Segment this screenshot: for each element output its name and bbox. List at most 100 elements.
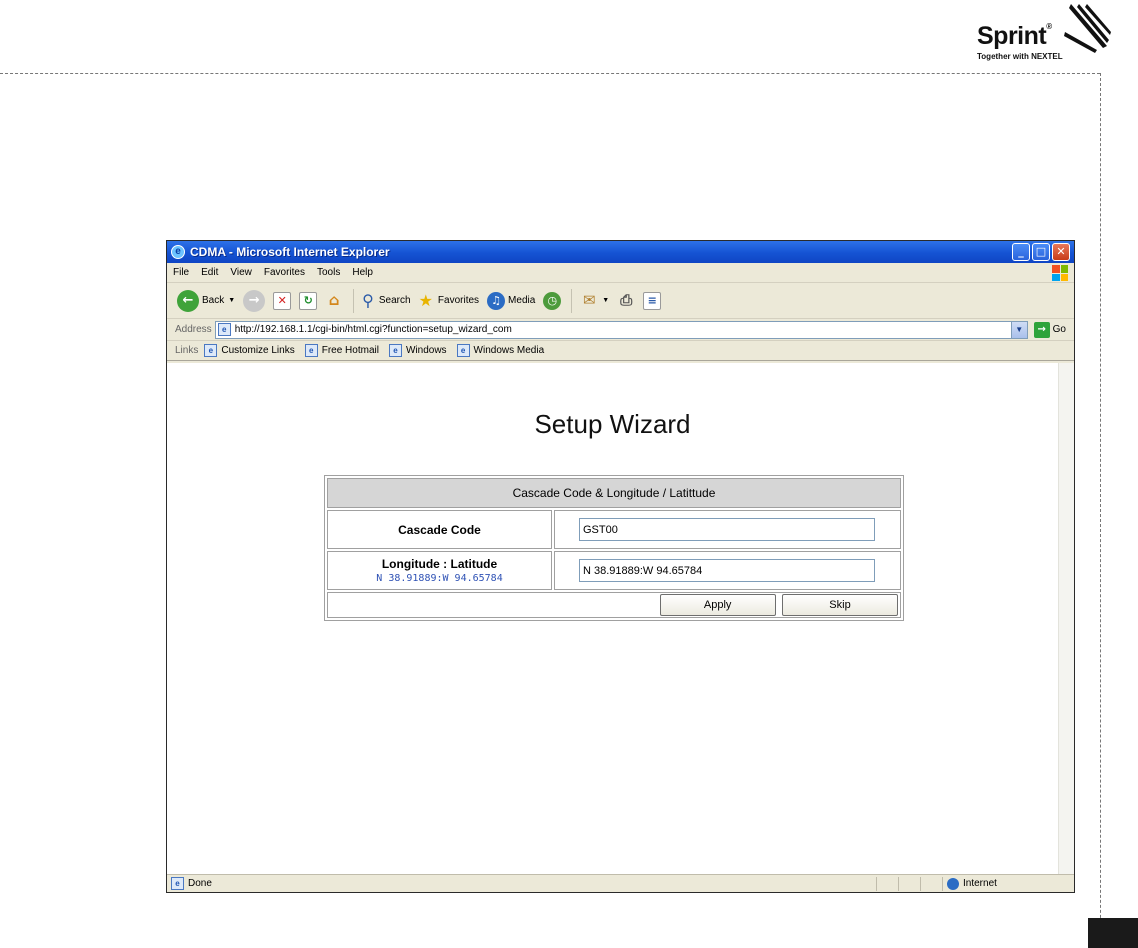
status-panel	[876, 876, 898, 891]
edit-button[interactable]: ≡	[643, 291, 662, 310]
link-windows-media[interactable]: e Windows Media	[456, 344, 544, 357]
search-icon: ⚲	[362, 291, 374, 310]
wizard-form-table: Cascade Code & Longitude / Latittude Cas…	[324, 475, 904, 621]
menu-file[interactable]: File	[173, 267, 189, 278]
sprint-logo: Sprint® Together with NEXTEL	[975, 2, 1115, 66]
page-icon: e	[171, 877, 184, 890]
security-zone: Internet	[942, 876, 1074, 891]
link-free-hotmail[interactable]: e Free Hotmail	[304, 344, 379, 357]
field-label-cascade-code: Cascade Code	[327, 510, 552, 549]
address-label: Address	[175, 324, 212, 335]
favorites-label: Favorites	[437, 295, 480, 306]
status-panel	[898, 876, 920, 891]
standard-toolbar: ← Back ▼ → ✕ ↻ ⌂ ⚲ Search ★ Favorites ♫ …	[167, 283, 1074, 319]
go-button[interactable]: → Go	[1033, 321, 1066, 338]
menu-help[interactable]: Help	[352, 267, 373, 278]
media-button[interactable]: ♫ Media	[487, 291, 536, 310]
page-content: Setup Wizard Cascade Code & Longitude / …	[167, 363, 1058, 875]
refresh-button[interactable]: ↻	[299, 291, 318, 310]
stop-button[interactable]: ✕	[273, 291, 292, 310]
menu-favorites[interactable]: Favorites	[264, 267, 305, 278]
back-label: Back	[202, 295, 225, 306]
media-icon: ♫	[487, 291, 506, 310]
section-header: Cascade Code & Longitude / Latittude	[327, 478, 901, 508]
link-customize-links[interactable]: e Customize Links	[204, 344, 295, 357]
address-input[interactable]: e http://192.168.1.1/cgi-bin/html.cgi?fu…	[214, 320, 1028, 339]
title-bar: e CDMA - Microsoft Internet Explorer _ □…	[167, 241, 1074, 263]
globe-icon	[947, 877, 959, 890]
page-number-tab	[1088, 918, 1138, 948]
page-icon: e	[217, 323, 231, 336]
menu-tools[interactable]: Tools	[317, 267, 340, 278]
page-icon: e	[204, 344, 218, 357]
menu-edit[interactable]: Edit	[201, 267, 218, 278]
toolbar-separator	[353, 288, 355, 313]
status-text: Done	[188, 878, 212, 889]
link-label: Customize Links	[221, 345, 295, 356]
window-title: CDMA - Microsoft Internet Explorer	[190, 245, 390, 259]
cascade-code-input[interactable]	[579, 518, 875, 541]
minimize-button[interactable]: _	[1012, 243, 1030, 261]
back-arrow-icon: ←	[177, 289, 199, 312]
go-arrow-icon: →	[1033, 321, 1050, 338]
skip-button[interactable]: Skip	[782, 594, 898, 616]
toolbar-separator	[571, 288, 573, 313]
sprint-wing-icon	[1064, 4, 1111, 53]
edit-icon: ≡	[643, 291, 662, 310]
field-label: Cascade Code	[398, 522, 481, 537]
links-bar: Links e Customize Links e Free Hotmail e Wi…	[167, 341, 1074, 361]
status-bar: e Done Internet	[167, 874, 1074, 892]
brand-tagline: Together with NEXTEL	[977, 52, 1063, 61]
zone-label: Internet	[963, 878, 997, 889]
page-icon: e	[388, 344, 402, 357]
print-button[interactable]: ⎙	[617, 292, 635, 310]
link-windows[interactable]: e Windows	[388, 344, 447, 357]
back-button[interactable]: ← Back ▼	[177, 289, 235, 312]
current-coordinates-text: N 38.91889:W 94.65784	[376, 573, 503, 584]
mail-button[interactable]: ✉ ▼	[580, 292, 609, 310]
menu-bar: File Edit View Favorites Tools Help	[167, 263, 1074, 283]
favorites-button[interactable]: ★ Favorites	[419, 291, 479, 310]
dashed-divider-vertical	[1100, 73, 1101, 948]
mail-dropdown-icon[interactable]: ▼	[602, 297, 609, 304]
table-row: Longitude : Latitude N 38.91889:W 94.657…	[327, 551, 901, 590]
link-label: Free Hotmail	[321, 345, 379, 356]
longitude-latitude-input[interactable]	[579, 559, 875, 582]
mail-icon: ✉	[583, 290, 596, 309]
forward-button[interactable]: →	[243, 289, 266, 312]
home-icon: ⌂	[328, 290, 340, 309]
back-dropdown-icon[interactable]: ▼	[228, 297, 235, 304]
address-bar: Address e http://192.168.1.1/cgi-bin/htm…	[167, 319, 1074, 341]
vertical-scrollbar[interactable]	[1058, 363, 1074, 875]
page-icon: e	[456, 344, 470, 357]
address-dropdown-icon[interactable]: ▼	[1010, 321, 1027, 338]
browser-window: e CDMA - Microsoft Internet Explorer _ □…	[166, 240, 1075, 893]
menu-view[interactable]: View	[230, 267, 252, 278]
brand-name: Sprint	[977, 22, 1047, 50]
field-label: Longitude : Latitude	[381, 557, 498, 571]
search-button[interactable]: ⚲ Search	[362, 291, 410, 310]
media-label: Media	[508, 295, 536, 306]
forward-arrow-icon: →	[243, 289, 266, 312]
restore-button[interactable]: □	[1032, 243, 1050, 261]
printer-icon: ⎙	[620, 290, 633, 309]
field-label-longitude-latitude: Longitude : Latitude N 38.91889:W 94.657…	[327, 551, 552, 590]
history-button[interactable]: ◷	[543, 291, 562, 310]
link-label: Windows	[405, 345, 447, 356]
windows-logo-icon	[1052, 265, 1068, 281]
go-label: Go	[1052, 324, 1066, 335]
apply-button[interactable]: Apply	[659, 594, 776, 616]
dashed-divider-horizontal	[0, 73, 1100, 74]
links-label: Links	[175, 345, 199, 356]
status-panel	[920, 876, 942, 891]
home-button[interactable]: ⌂	[325, 292, 343, 310]
page-icon: e	[304, 344, 318, 357]
star-icon: ★	[418, 291, 433, 310]
close-button[interactable]: ✕	[1052, 243, 1070, 261]
search-label: Search	[378, 295, 411, 306]
page-title: Setup Wizard	[534, 409, 691, 439]
history-icon: ◷	[543, 291, 562, 310]
stop-icon: ✕	[273, 291, 292, 310]
ie-icon: e	[171, 245, 185, 259]
address-url[interactable]: http://192.168.1.1/cgi-bin/html.cgi?func…	[235, 324, 512, 335]
